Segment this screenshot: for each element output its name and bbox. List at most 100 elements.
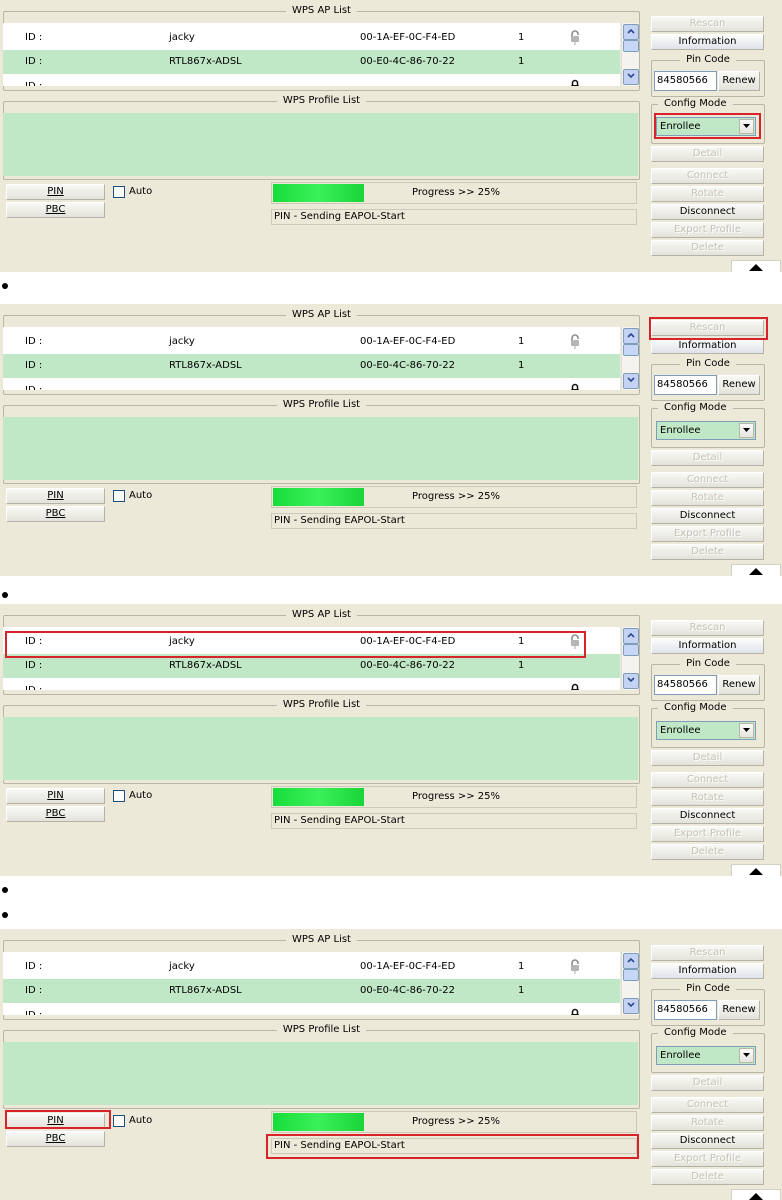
renew-button[interactable]: Renew [718, 675, 760, 695]
ap-row-jacky[interactable]: ID : jacky 00-1A-EF-0C-F4-ED 1 [3, 26, 620, 50]
renew-button[interactable]: Renew [718, 375, 760, 395]
scroll-down-button[interactable] [623, 373, 639, 389]
renew-button[interactable]: Renew [718, 71, 760, 91]
export-profile-button[interactable]: Export Profile [651, 222, 764, 238]
connect-button[interactable]: Connect [651, 472, 764, 488]
detail-button[interactable]: Detail [651, 450, 764, 466]
rescan-button[interactable]: Rescan [651, 16, 764, 32]
wps-profile-list[interactable] [3, 417, 638, 480]
rescan-button[interactable]: Rescan [651, 620, 764, 636]
dropdown-arrow[interactable] [739, 1048, 754, 1063]
scroll-thumb[interactable] [623, 344, 639, 356]
ap-ssid: RTL867x-ADSL [169, 360, 242, 371]
pin-code-field[interactable]: 84580566 [654, 71, 717, 91]
connect-button[interactable]: Connect [651, 772, 764, 788]
pin-button[interactable]: PIN [6, 788, 105, 804]
disconnect-button[interactable]: Disconnect [651, 204, 764, 220]
collapse-tab[interactable] [731, 864, 781, 876]
collapse-tab[interactable] [731, 1189, 781, 1200]
chevron-up-icon [627, 632, 635, 638]
ap-list-scrollbar[interactable] [621, 952, 639, 1015]
pin-button[interactable]: PIN [6, 488, 105, 504]
export-profile-button[interactable]: Export Profile [651, 826, 764, 842]
pin-button-label: PIN [47, 186, 64, 197]
pin-code-field[interactable]: 84580566 [654, 675, 717, 695]
wps-profile-list[interactable] [3, 113, 638, 176]
ap-row-partial[interactable]: ID : [3, 678, 620, 690]
ap-list-scrollbar[interactable] [621, 627, 639, 690]
ap-row-rtl867x[interactable]: ID : RTL867x-ADSL 00-E0-4C-86-70-22 1 [3, 354, 620, 378]
connect-button[interactable]: Connect [651, 1097, 764, 1113]
collapse-tab[interactable] [731, 564, 781, 576]
rotate-button[interactable]: Rotate [651, 490, 764, 506]
ap-row-partial[interactable]: ID : [3, 74, 620, 86]
ap-ssid: jacky [169, 961, 195, 972]
information-button[interactable]: Information [651, 34, 764, 50]
rotate-button[interactable]: Rotate [651, 1115, 764, 1131]
rescan-button[interactable]: Rescan [651, 945, 764, 961]
config-mode-value: Enrollee [660, 425, 701, 436]
detail-button[interactable]: Detail [651, 146, 764, 162]
delete-button[interactable]: Delete [651, 844, 764, 860]
disconnect-button[interactable]: Disconnect [651, 808, 764, 824]
pbc-button[interactable]: PBC [6, 506, 105, 522]
scroll-up-button[interactable] [623, 24, 639, 40]
delete-button[interactable]: Delete [651, 240, 764, 256]
ap-row-partial[interactable]: ID : [3, 1003, 620, 1015]
pbc-button[interactable]: PBC [6, 1131, 105, 1147]
export-profile-button[interactable]: Export Profile [651, 526, 764, 542]
scroll-up-button[interactable] [623, 628, 639, 644]
scroll-thumb[interactable] [623, 969, 639, 981]
auto-checkbox[interactable] [113, 490, 125, 502]
disconnect-button[interactable]: Disconnect [651, 508, 764, 524]
information-button[interactable]: Information [651, 338, 764, 354]
auto-checkbox[interactable] [113, 1115, 125, 1127]
ap-row-jacky[interactable]: ID : jacky 00-1A-EF-0C-F4-ED 1 [3, 330, 620, 354]
connect-button[interactable]: Connect [651, 168, 764, 184]
config-mode-select[interactable]: Enrollee [656, 721, 756, 740]
disconnect-button[interactable]: Disconnect [651, 1133, 764, 1149]
config-mode-select[interactable]: Enrollee [656, 1046, 756, 1065]
information-button[interactable]: Information [651, 638, 764, 654]
scroll-down-button[interactable] [623, 998, 639, 1014]
ap-row-jacky[interactable]: ID : jacky 00-1A-EF-0C-F4-ED 1 [3, 955, 620, 979]
renew-button[interactable]: Renew [718, 1000, 760, 1020]
ap-row-partial[interactable]: ID : [3, 378, 620, 390]
ap-list-scrollbar[interactable] [621, 327, 639, 390]
pin-button[interactable]: PIN [6, 184, 105, 200]
rotate-button[interactable]: Rotate [651, 790, 764, 806]
delete-button[interactable]: Delete [651, 1169, 764, 1185]
rotate-button[interactable]: Rotate [651, 186, 764, 202]
wps-ap-list: ID : jacky 00-1A-EF-0C-F4-ED 1 ID : RTL8… [3, 952, 620, 1015]
auto-checkbox[interactable] [113, 790, 125, 802]
ap-row-rtl867x[interactable]: ID : RTL867x-ADSL 00-E0-4C-86-70-22 1 [3, 50, 620, 74]
ap-row-rtl867x[interactable]: ID : RTL867x-ADSL 00-E0-4C-86-70-22 1 [3, 979, 620, 1003]
status-message: PIN - Sending EAPOL-Start [271, 209, 637, 225]
scroll-up-button[interactable] [623, 328, 639, 344]
detail-button[interactable]: Detail [651, 1075, 764, 1091]
pbc-button[interactable]: PBC [6, 806, 105, 822]
dropdown-arrow[interactable] [739, 423, 754, 438]
detail-button[interactable]: Detail [651, 750, 764, 766]
ap-channel: 1 [518, 32, 525, 43]
information-button[interactable]: Information [651, 963, 764, 979]
scroll-thumb[interactable] [623, 644, 639, 656]
config-mode-select[interactable]: Enrollee [656, 421, 756, 440]
dropdown-arrow[interactable] [739, 723, 754, 738]
auto-checkbox[interactable] [113, 186, 125, 198]
collapse-tab[interactable] [731, 260, 781, 272]
scroll-down-button[interactable] [623, 69, 639, 85]
scroll-down-button[interactable] [623, 673, 639, 689]
config-mode-value: Enrollee [660, 725, 701, 736]
scroll-up-button[interactable] [623, 953, 639, 969]
delete-button[interactable]: Delete [651, 544, 764, 560]
wps-profile-list[interactable] [3, 717, 638, 780]
ap-list-scrollbar[interactable] [621, 23, 639, 86]
scroll-thumb[interactable] [623, 40, 639, 52]
bullet [2, 887, 8, 893]
pin-code-field[interactable]: 84580566 [654, 1000, 717, 1020]
export-profile-button[interactable]: Export Profile [651, 1151, 764, 1167]
wps-profile-list[interactable] [3, 1042, 638, 1105]
pbc-button[interactable]: PBC [6, 202, 105, 218]
pin-code-field[interactable]: 84580566 [654, 375, 717, 395]
